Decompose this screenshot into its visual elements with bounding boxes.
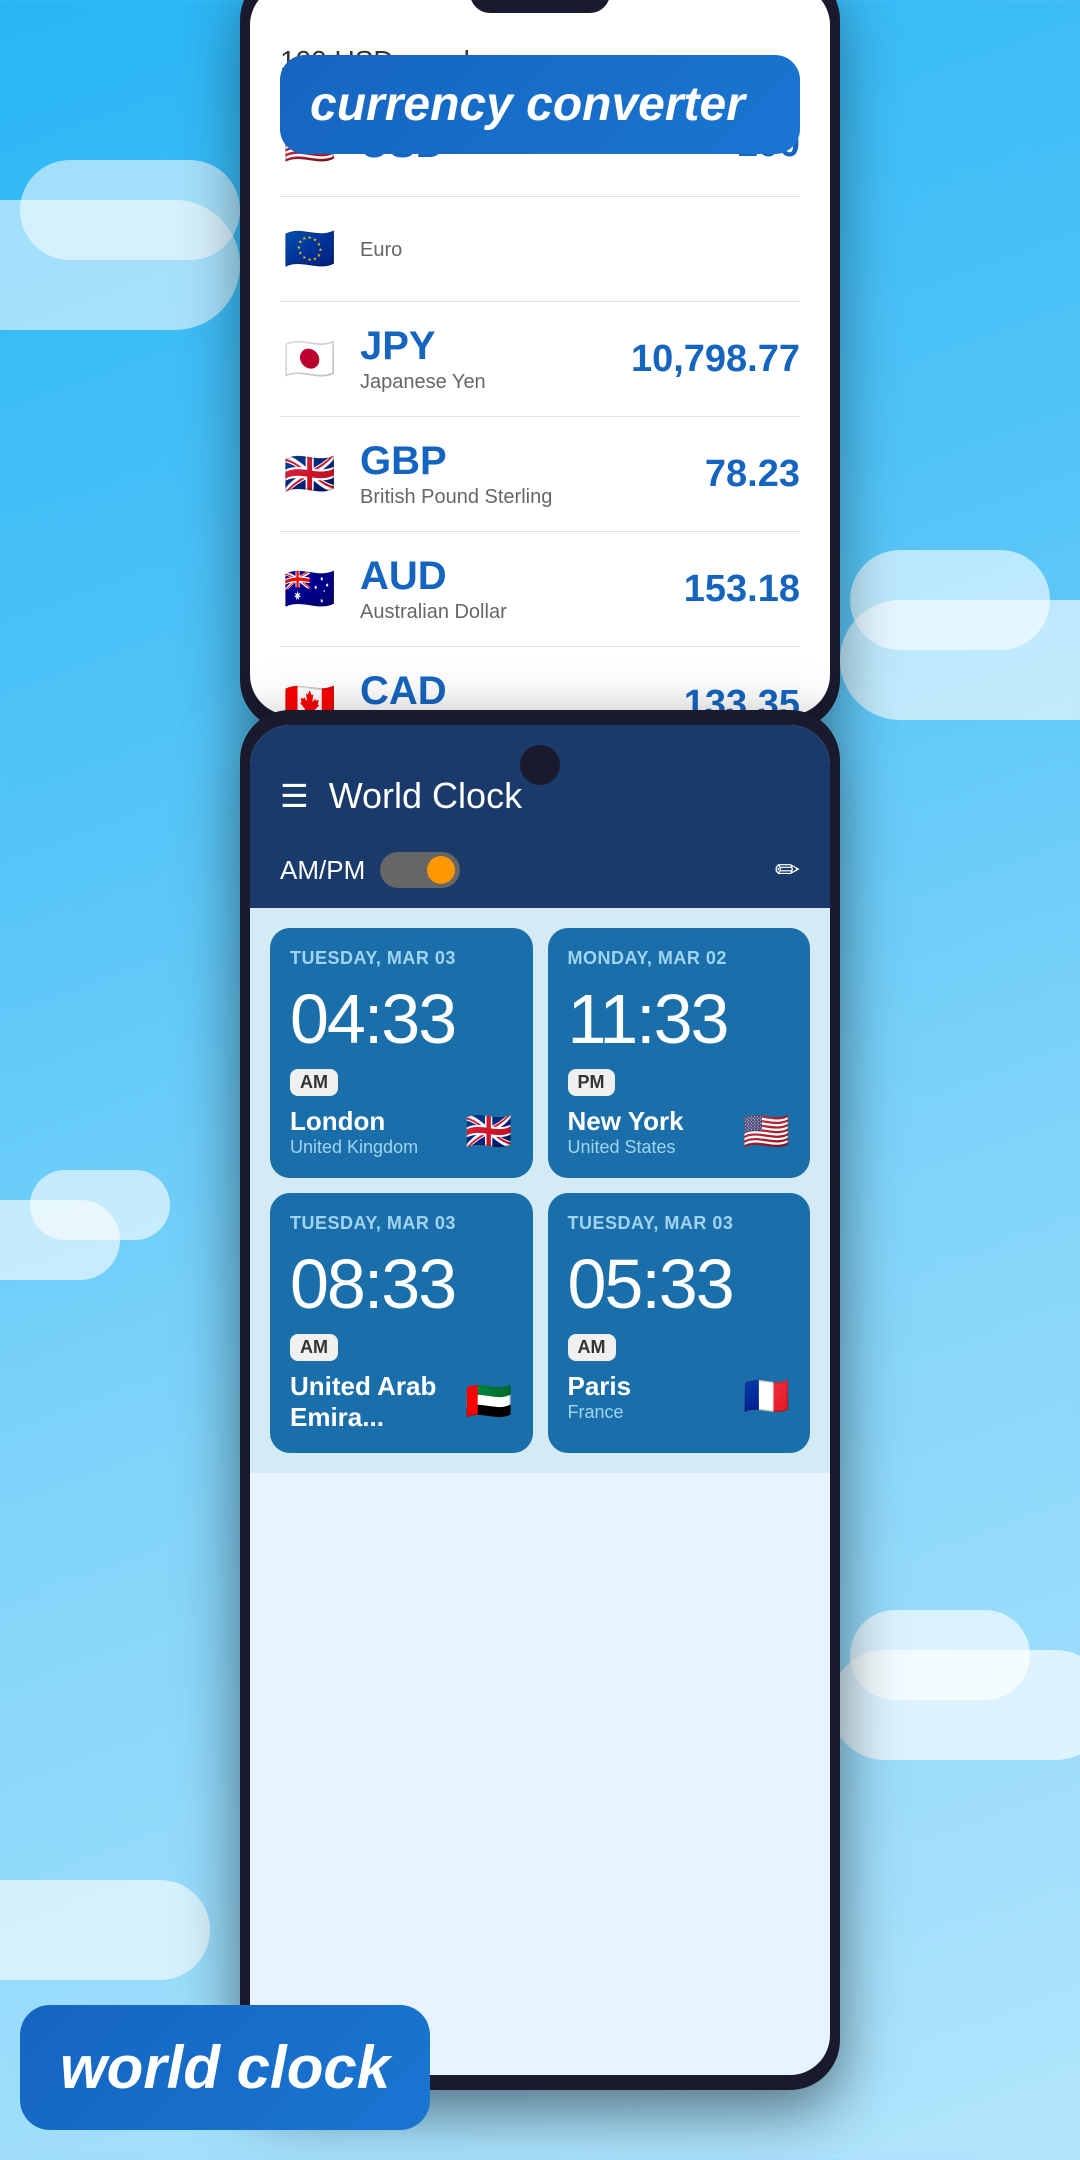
- country-london: United Kingdom: [290, 1137, 418, 1158]
- clock-time-london: 04:33: [290, 984, 513, 1054]
- clock-time-uae: 08:33: [290, 1249, 513, 1319]
- currency-banner: currency converter: [280, 55, 800, 154]
- city-london: London: [290, 1106, 418, 1137]
- flag-paris: 🇫🇷: [743, 1375, 790, 1419]
- flag-eur: 🇪🇺: [280, 219, 340, 279]
- currency-name-gbp: British Pound Sterling: [360, 486, 705, 509]
- clock-card-london[interactable]: TUESDAY, MAR 03 04:33 AM London United K…: [270, 928, 533, 1178]
- world-clock-title: World Clock: [329, 775, 522, 817]
- currency-converter-phone: currency converter 100 USD equals: 🇺🇸 US…: [240, 0, 840, 730]
- ampm-toggle-knob: [427, 856, 455, 884]
- city-uae: United Arab Emira...: [290, 1371, 465, 1433]
- currency-row-gbp[interactable]: 🇬🇧 GBP British Pound Sterling 78.23: [280, 417, 800, 532]
- clock-date-newyork: MONDAY, MAR 02: [568, 948, 791, 969]
- currency-row-cad[interactable]: 🇨🇦 CAD Canadian Dollar 133.35: [280, 647, 800, 715]
- menu-icon[interactable]: ☰: [280, 777, 309, 815]
- clock-grid: TUESDAY, MAR 03 04:33 AM London United K…: [250, 908, 830, 1473]
- phone1-notch: [470, 0, 610, 13]
- flag-newyork: 🇺🇸: [743, 1110, 790, 1154]
- flag-jpy: 🇯🇵: [280, 329, 340, 389]
- world-clock-phone: ☰ World Clock AM/PM ✏ TUESDAY, MAR 03 04…: [240, 710, 840, 2090]
- amount-aud: 153.18: [684, 568, 800, 611]
- city-row-paris: Paris France 🇫🇷: [568, 1371, 791, 1423]
- clock-card-paris[interactable]: TUESDAY, MAR 03 05:33 AM Paris France 🇫🇷: [548, 1193, 811, 1453]
- world-clock-screen: ☰ World Clock AM/PM ✏ TUESDAY, MAR 03 04…: [250, 725, 830, 2075]
- ampm-toggle[interactable]: [380, 852, 460, 888]
- currency-row-aud[interactable]: 🇦🇺 AUD Australian Dollar 153.18: [280, 532, 800, 647]
- flag-aud: 🇦🇺: [280, 559, 340, 619]
- clock-time-paris: 05:33: [568, 1249, 791, 1319]
- country-newyork: United States: [568, 1137, 684, 1158]
- phone2-notch: [520, 745, 560, 785]
- flag-uae: 🇦🇪: [465, 1380, 512, 1424]
- city-row-newyork: New York United States 🇺🇸: [568, 1106, 791, 1158]
- clock-time-newyork: 11:33: [568, 984, 791, 1054]
- flag-london: 🇬🇧: [465, 1110, 512, 1154]
- currency-banner-title: currency converter: [310, 77, 770, 132]
- world-clock-label-banner: world clock: [20, 2005, 430, 2130]
- amount-jpy: 10,798.77: [631, 338, 800, 381]
- currency-code-cad: CAD: [360, 669, 684, 714]
- city-newyork: New York: [568, 1106, 684, 1137]
- currency-name-aud: Australian Dollar: [360, 601, 684, 624]
- flag-cad: 🇨🇦: [280, 674, 340, 715]
- currency-row-eur[interactable]: 🇪🇺 Euro: [280, 197, 800, 302]
- clock-card-newyork[interactable]: MONDAY, MAR 02 11:33 PM New York United …: [548, 928, 811, 1178]
- edit-icon[interactable]: ✏: [775, 853, 800, 888]
- currency-row-jpy[interactable]: 🇯🇵 JPY Japanese Yen 10,798.77: [280, 302, 800, 417]
- flag-gbp: 🇬🇧: [280, 444, 340, 504]
- ampm-badge-paris: AM: [568, 1334, 616, 1361]
- currency-name-eur: Euro: [360, 239, 800, 262]
- ampm-row: AM/PM: [280, 852, 460, 888]
- city-paris: Paris: [568, 1371, 632, 1402]
- world-clock-label-text: world clock: [60, 2033, 390, 2102]
- clock-date-london: TUESDAY, MAR 03: [290, 948, 513, 969]
- clock-card-uae[interactable]: TUESDAY, MAR 03 08:33 AM United Arab Emi…: [270, 1193, 533, 1453]
- city-row-uae: United Arab Emira... 🇦🇪: [290, 1371, 513, 1433]
- ampm-label: AM/PM: [280, 855, 365, 886]
- country-paris: France: [568, 1402, 632, 1423]
- city-row-london: London United Kingdom 🇬🇧: [290, 1106, 513, 1158]
- currency-name-jpy: Japanese Yen: [360, 371, 631, 394]
- world-clock-subheader: AM/PM ✏: [250, 837, 830, 908]
- clock-date-uae: TUESDAY, MAR 03: [290, 1213, 513, 1234]
- currency-code-gbp: GBP: [360, 439, 705, 484]
- amount-gbp: 78.23: [705, 453, 800, 496]
- ampm-badge-london: AM: [290, 1069, 338, 1096]
- ampm-badge-newyork: PM: [568, 1069, 615, 1096]
- currency-code-jpy: JPY: [360, 324, 631, 369]
- currency-screen: currency converter 100 USD equals: 🇺🇸 US…: [250, 0, 830, 715]
- ampm-badge-uae: AM: [290, 1334, 338, 1361]
- currency-code-aud: AUD: [360, 554, 684, 599]
- clock-date-paris: TUESDAY, MAR 03: [568, 1213, 791, 1234]
